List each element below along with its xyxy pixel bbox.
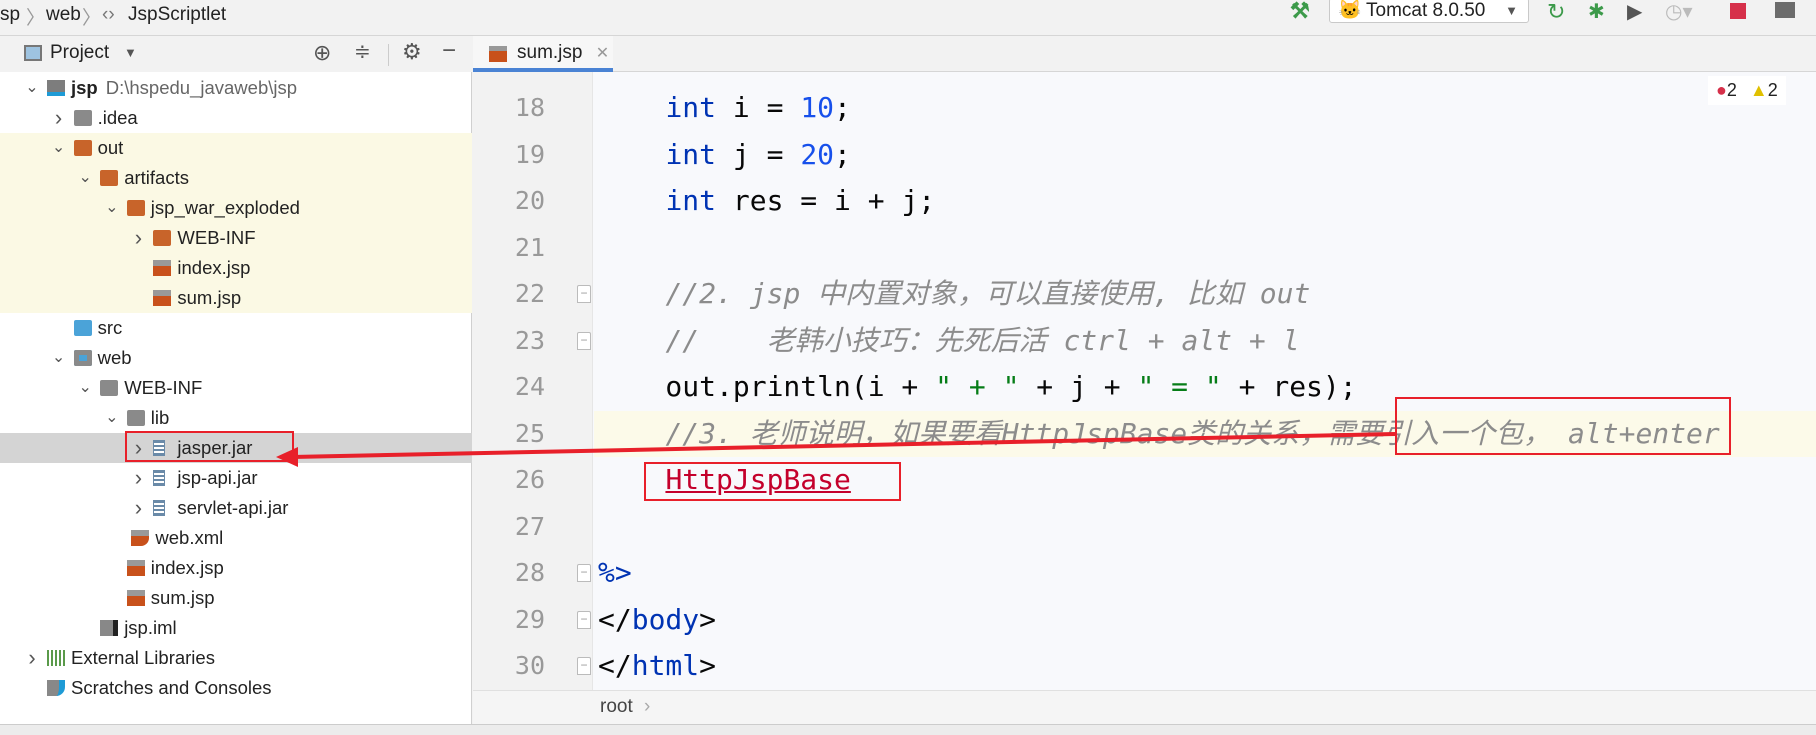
annotation-arrow <box>276 432 1396 467</box>
